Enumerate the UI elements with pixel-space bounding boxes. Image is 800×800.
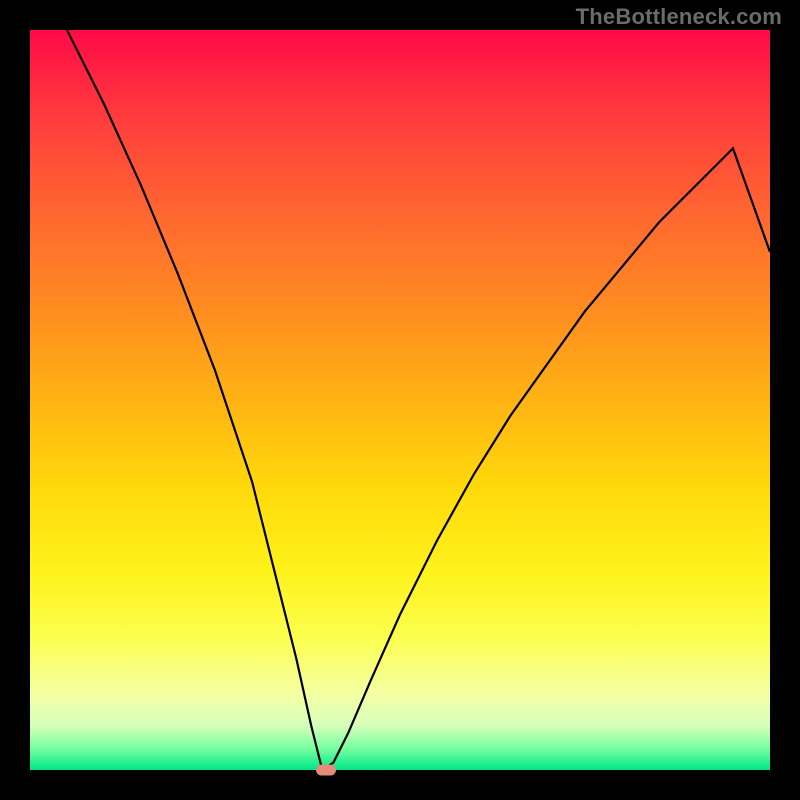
chart-frame: TheBottleneck.com: [0, 0, 800, 800]
curve-path: [67, 30, 770, 770]
bottleneck-curve: [30, 30, 770, 770]
watermark-text: TheBottleneck.com: [576, 4, 782, 30]
plot-area: [30, 30, 770, 770]
minimum-marker: [316, 765, 336, 776]
